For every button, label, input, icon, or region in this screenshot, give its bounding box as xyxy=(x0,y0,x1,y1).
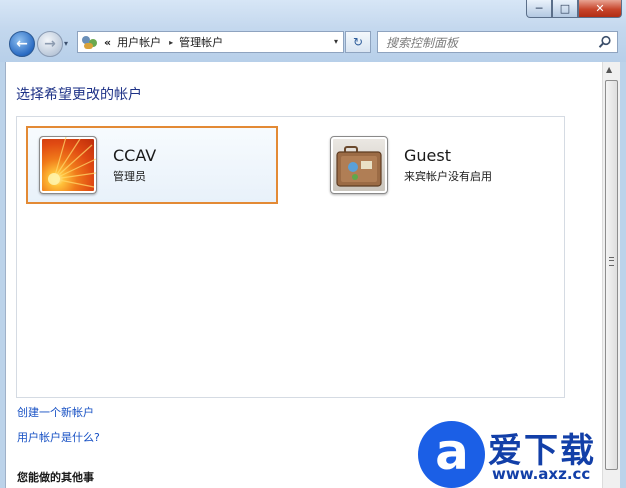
flower-avatar-icon xyxy=(39,136,97,194)
forward-arrow-icon: → xyxy=(44,36,56,52)
account-item-ccav[interactable]: CCAV 管理员 xyxy=(26,126,278,204)
account-list: CCAV 管理员 Guest 来宾帐户没有启用 xyxy=(16,116,565,398)
breadcrumb-item-manage-accounts[interactable]: 管理帐户 xyxy=(179,34,223,50)
address-bar[interactable]: « 用户帐户 ▸ 管理帐户 ▾ xyxy=(77,31,344,53)
back-button[interactable]: ← xyxy=(9,31,35,57)
breadcrumb-separator[interactable]: ▸ xyxy=(169,38,173,47)
caption-buttons: ─ □ ✕ xyxy=(526,0,622,18)
search-icon[interactable] xyxy=(598,35,612,49)
close-button[interactable]: ✕ xyxy=(578,0,622,18)
account-type: 管理员 xyxy=(113,170,146,183)
back-arrow-icon: ← xyxy=(16,36,28,52)
watermark-url: www.axz.cc xyxy=(492,465,591,483)
forward-button[interactable]: → xyxy=(37,31,63,57)
scrollbar-thumb[interactable] xyxy=(605,80,618,470)
refresh-button[interactable]: ↻ xyxy=(345,31,371,53)
recent-pages-dropdown[interactable]: ▾ xyxy=(64,39,68,48)
other-tasks-heading: 您能做的其他事 xyxy=(17,471,94,484)
grip-icon xyxy=(609,257,614,266)
account-name: Guest xyxy=(404,146,451,165)
scroll-up-icon[interactable]: ▲ xyxy=(606,65,612,74)
watermark-letter: a xyxy=(435,423,469,481)
search-input[interactable] xyxy=(384,34,598,52)
suitcase-avatar-icon xyxy=(330,136,388,194)
address-dropdown-icon[interactable]: ▾ xyxy=(334,37,338,46)
account-status: 来宾帐户没有启用 xyxy=(404,170,492,183)
breadcrumb-item-user-accounts[interactable]: 用户帐户 xyxy=(117,34,161,50)
window-chrome: ─ □ ✕ ← → ▾ « 用户帐户 ▸ 管理帐户 ▾ ↻ xyxy=(0,0,626,62)
page-title: 选择希望更改的帐户 xyxy=(16,87,142,103)
watermark-logo: a 爱下载 www.axz.cc xyxy=(418,421,626,488)
create-account-link[interactable]: 创建一个新帐户 xyxy=(17,404,94,420)
maximize-button[interactable]: □ xyxy=(552,0,578,18)
watermark-circle: a xyxy=(418,421,485,488)
users-icon xyxy=(81,34,99,50)
search-box[interactable] xyxy=(377,31,618,53)
breadcrumb-overflow[interactable]: « xyxy=(104,36,111,49)
account-item-guest[interactable]: Guest 来宾帐户没有启用 xyxy=(319,126,559,204)
what-is-user-account-link[interactable]: 用户帐户是什么? xyxy=(17,429,100,445)
refresh-icon: ↻ xyxy=(352,35,364,49)
account-name: CCAV xyxy=(113,146,157,165)
minimize-button[interactable]: ─ xyxy=(526,0,552,18)
